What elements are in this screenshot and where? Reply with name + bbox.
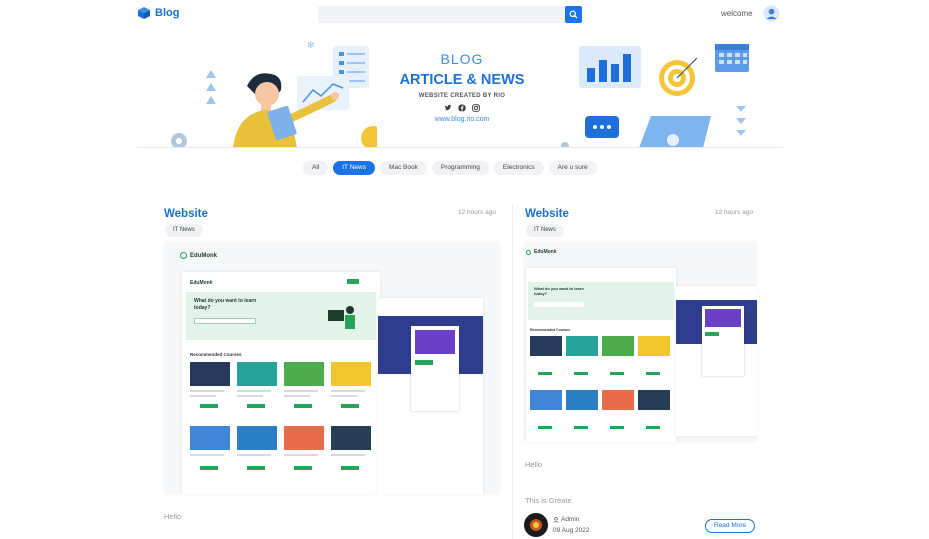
mock-modal-button (415, 360, 433, 365)
thumbnail-page-mock: What do you want to learn today? Recomme… (526, 268, 676, 442)
category-chip-electronics[interactable]: Electronics (493, 161, 544, 175)
author-name[interactable]: Admin (561, 514, 579, 525)
top-navbar: Blog welcome (0, 0, 929, 30)
hero-text: BLOG ARTICLE & NEWS WEBSITE CREATED BY R… (382, 51, 542, 123)
mock-hero: What do you want to learn today? (528, 282, 674, 320)
hero-banner: ✻ BLOG ARTICLE & NEWS WEBSITE CREATED BY… (137, 36, 783, 148)
post-title[interactable]: Website (525, 208, 569, 220)
post-title-wrap: Website (164, 204, 208, 222)
brand-link[interactable]: Blog (137, 6, 179, 20)
edumonk-logo-icon (526, 249, 531, 255)
mock-section-title: Recommended Courses (190, 352, 242, 357)
instagram-icon[interactable] (472, 104, 480, 112)
category-filter: All IT News Mac Book Programming Electro… (303, 161, 597, 175)
category-chip-are-u-sure[interactable]: Are u sure (548, 161, 597, 175)
category-chip-it-news[interactable]: IT News (333, 161, 375, 175)
thumbnail-logo: EduMonk (526, 249, 557, 255)
category-chip-mac-book[interactable]: Mac Book (379, 161, 427, 175)
mock-headline: What do you want to learn today? (534, 286, 584, 296)
mock-brand: EduMonk (190, 280, 213, 286)
post-author: Admin 09 Aug 2022 (524, 513, 590, 537)
mock-hero: What do you want to learn today? (186, 292, 376, 340)
post-excerpt: Hello (525, 460, 543, 469)
post-title[interactable]: Website (164, 208, 208, 220)
person-icon (553, 516, 559, 523)
mock-course-grid (190, 362, 371, 470)
thumbnail-brand: EduMonk (190, 252, 217, 259)
post-thumbnail[interactable]: EduMonk What do you want to learn today?… (524, 242, 757, 442)
mock-modal (702, 306, 744, 376)
mock-hero-figure (326, 300, 360, 336)
column-divider (512, 204, 513, 539)
author-meta: Admin 09 Aug 2022 (553, 514, 590, 536)
mock-modal-button (705, 332, 719, 336)
mock-login-button (347, 279, 359, 284)
mock-modal-image (705, 309, 741, 327)
welcome-text: welcome (721, 9, 753, 18)
mock-modal (411, 326, 459, 411)
thumbnail-brand: EduMonk (534, 249, 557, 255)
hero-url[interactable]: www.blog.rio.com (382, 116, 542, 123)
post-tag[interactable]: IT News (165, 224, 203, 237)
social-links (382, 104, 542, 112)
mock-modal-image (415, 330, 455, 354)
mock-search (194, 318, 256, 324)
hero-title: ARTICLE & NEWS (399, 72, 525, 88)
search-input[interactable] (318, 6, 582, 23)
mock-course-grid (530, 336, 670, 429)
post-description: This is Greate. (525, 496, 574, 505)
thumbnail-window-mock (378, 298, 483, 494)
category-chip-programming[interactable]: Programming (431, 161, 489, 175)
post-title-wrap: Website (525, 204, 569, 222)
avatar[interactable] (524, 513, 548, 537)
edumonk-logo-icon (180, 252, 187, 259)
post-thumbnail[interactable]: EduMonk EduMonk What do you want to lear… (164, 242, 500, 494)
facebook-icon[interactable] (458, 104, 466, 112)
cube-icon (138, 7, 150, 19)
search-button[interactable] (565, 6, 582, 23)
author-line: Admin (553, 514, 590, 525)
post-time: 12 hours ago (458, 209, 496, 216)
user-icon[interactable] (763, 5, 780, 22)
read-more-button[interactable]: Read More (705, 519, 756, 533)
post-tag[interactable]: IT News (526, 224, 564, 237)
mock-headline: What do you want to learn today? (194, 298, 257, 311)
thumbnail-window-mock (676, 286, 757, 436)
twitter-icon[interactable] (444, 104, 452, 112)
post-date: 09 Aug 2022 (553, 527, 590, 534)
category-chip-all[interactable]: All (303, 161, 329, 175)
hero-subtitle: BLOG (440, 51, 484, 67)
search-icon (569, 10, 578, 19)
hero-illustration-left: ✻ (171, 41, 377, 147)
mock-search (534, 302, 584, 307)
mock-section-title: Recommended Courses (530, 328, 571, 332)
hero-credit: WEBSITE CREATED BY RIO (418, 93, 506, 99)
hero-illustration-right (561, 44, 749, 147)
svg-text:✻: ✻ (307, 41, 315, 51)
brand-label: Blog (155, 7, 180, 19)
post-excerpt: Hello (164, 512, 182, 521)
thumbnail-page-mock: EduMonk What do you want to learn today?… (182, 272, 380, 494)
thumbnail-logo: EduMonk (180, 252, 217, 259)
post-time: 12 hours ago (715, 209, 753, 216)
